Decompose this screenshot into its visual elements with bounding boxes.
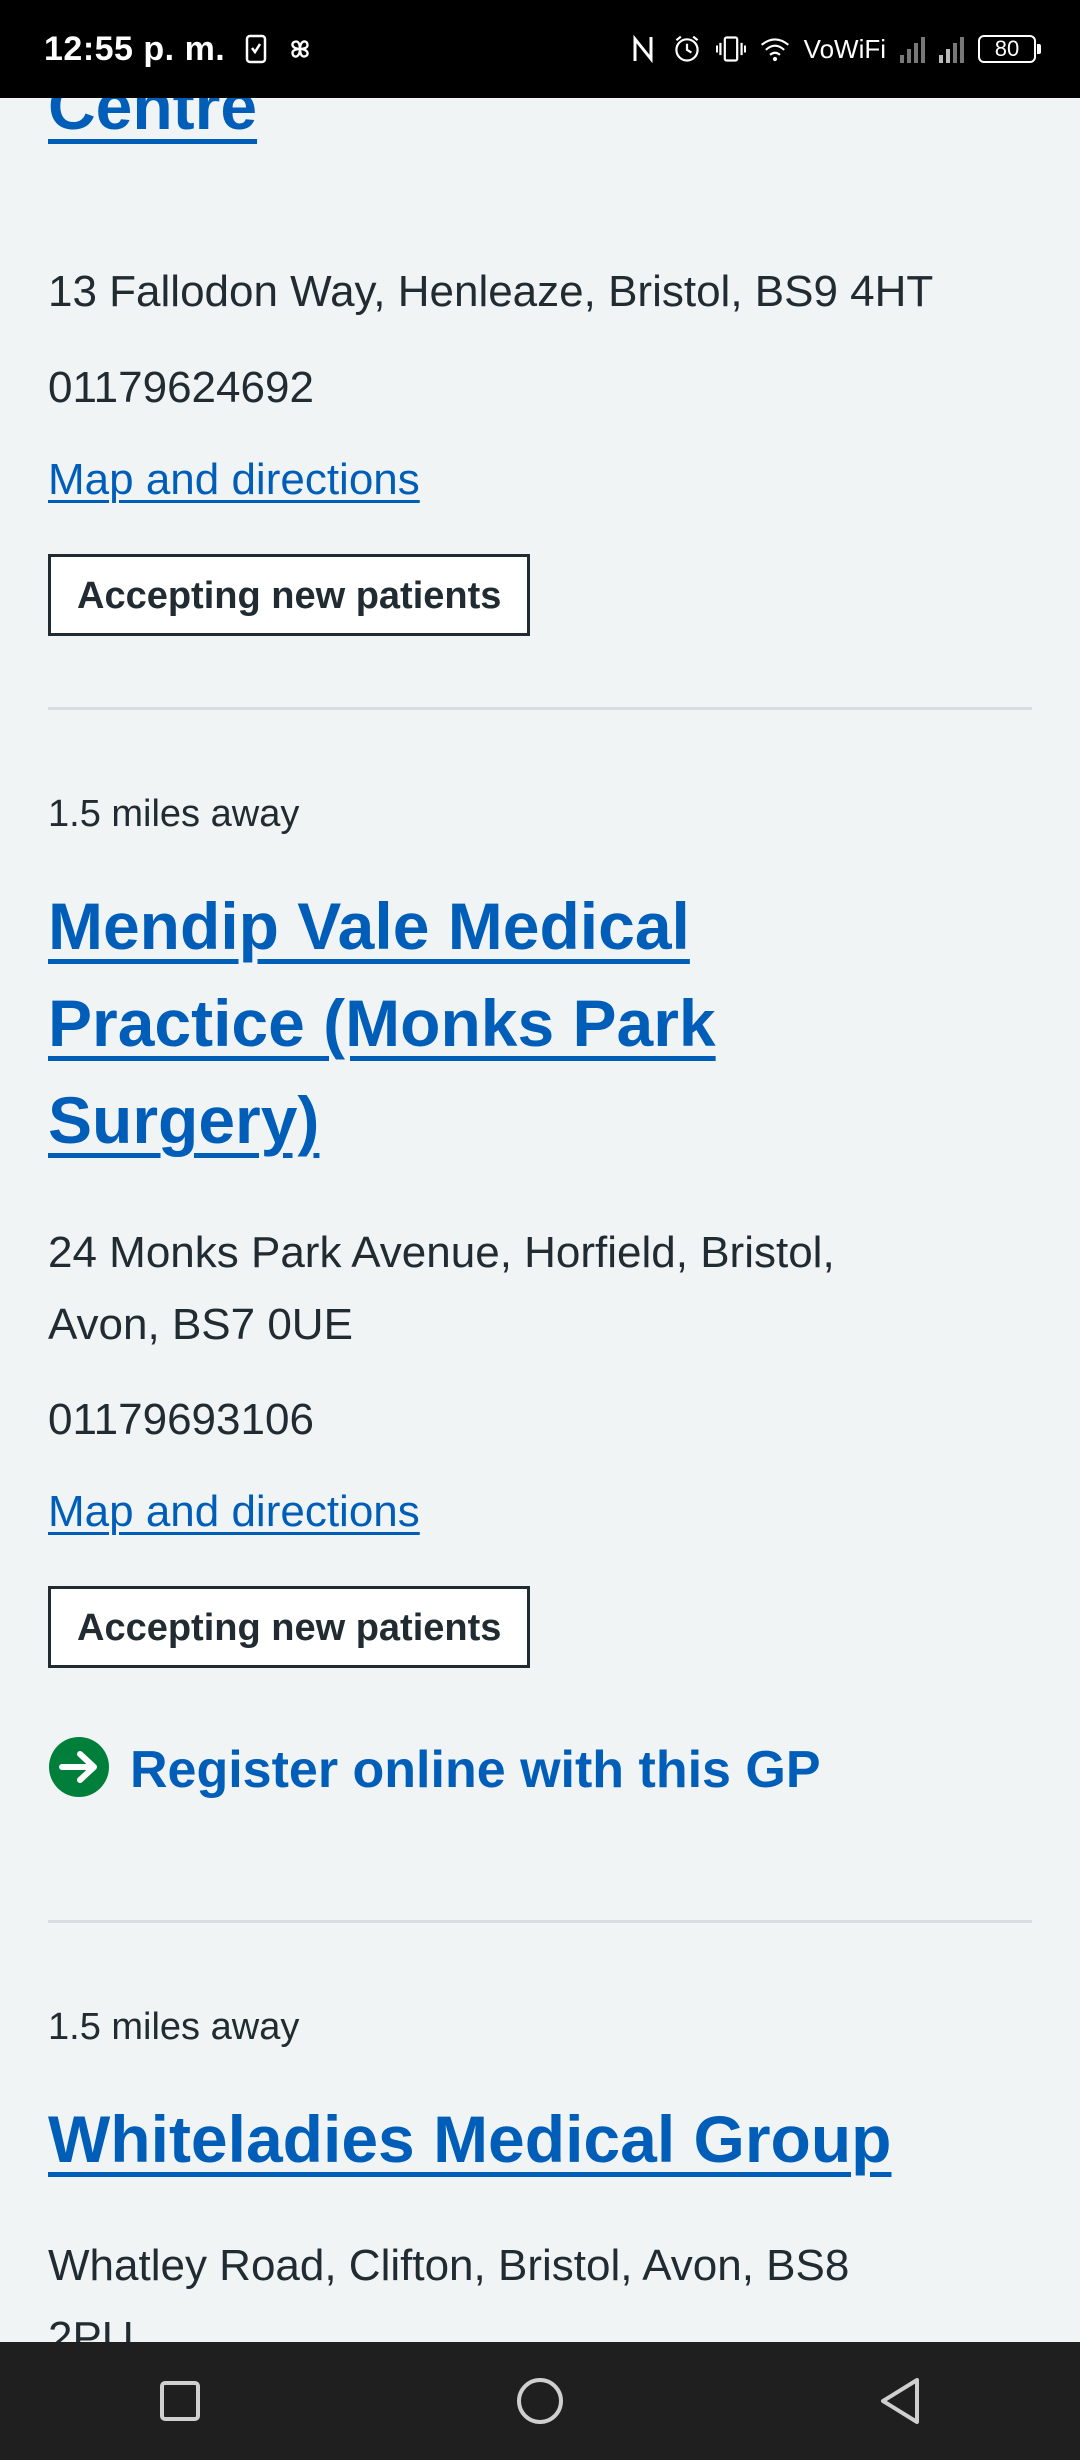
result-address: 24 Monks Park Avenue, Horfield, Bristol,… bbox=[48, 1217, 835, 1361]
battery-level: 80 bbox=[994, 36, 1020, 61]
result-address: 13 Fallodon Way, Henleaze, Bristol, BS9 … bbox=[48, 267, 934, 316]
result-title-link[interactable]: Centre bbox=[48, 98, 257, 155]
sim-icon bbox=[241, 31, 271, 67]
arrow-right-circle-icon bbox=[48, 1736, 110, 1803]
home-button[interactable] bbox=[495, 2356, 585, 2446]
system-nav-bar bbox=[0, 2342, 1080, 2460]
result-title-link-line[interactable]: Surgery) bbox=[48, 1072, 716, 1169]
accepting-patients-tag: Accepting new patients bbox=[48, 1586, 531, 1668]
signal-icon bbox=[939, 35, 964, 63]
address-line: Whatley Road, Clifton, Bristol, Avon, BS… bbox=[48, 2241, 850, 2290]
status-bar: 12:55 p. m. VoWiFi 80 bbox=[0, 0, 1080, 98]
wifi-icon bbox=[760, 31, 790, 67]
nfc-icon bbox=[628, 31, 658, 67]
map-directions-link[interactable]: Map and directions bbox=[48, 453, 420, 507]
search-results[interactable]: Centre 13 Fallodon Way, Henleaze, Bristo… bbox=[0, 98, 1080, 2342]
result-distance: 1.5 miles away bbox=[48, 793, 300, 835]
result-title-link[interactable]: Whiteladies Medical Group bbox=[48, 2091, 891, 2188]
result-address: Whatley Road, Clifton, Bristol, Avon, BS… bbox=[48, 2230, 849, 2342]
result-distance: 1.5 miles away bbox=[48, 2006, 300, 2048]
result-divider bbox=[48, 1920, 1032, 1923]
accepting-patients-tag: Accepting new patients bbox=[48, 554, 531, 636]
register-online-link[interactable]: Register online with this GP bbox=[48, 1736, 821, 1803]
result-title: Mendip Vale Medical Practice (Monks Park… bbox=[48, 878, 716, 1169]
signal-icon bbox=[900, 35, 925, 63]
result-title-link-line[interactable]: Practice (Monks Park bbox=[48, 975, 716, 1072]
battery-icon: 80 bbox=[978, 35, 1041, 63]
result-phone[interactable]: 01179693106 bbox=[48, 1384, 314, 1456]
alarm-icon bbox=[672, 31, 702, 67]
map-directions-link[interactable]: Map and directions bbox=[48, 1485, 420, 1539]
recent-apps-button[interactable] bbox=[135, 2356, 225, 2446]
address-line: 24 Monks Park Avenue, Horfield, Bristol, bbox=[48, 1228, 835, 1277]
register-online-label[interactable]: Register online with this GP bbox=[130, 1740, 821, 1800]
result-phone[interactable]: 01179624692 bbox=[48, 352, 314, 424]
vibrate-icon bbox=[715, 31, 746, 67]
pinwheel-icon bbox=[285, 31, 315, 67]
network-label: VoWiFi bbox=[803, 33, 886, 64]
status-time: 12:55 p. m. bbox=[44, 29, 226, 68]
result-divider bbox=[48, 707, 1032, 710]
address-line: Avon, BS7 0UE bbox=[48, 1300, 353, 1349]
result-title-link-line[interactable]: Mendip Vale Medical bbox=[48, 878, 716, 975]
address-line: 2PU bbox=[48, 2313, 134, 2342]
back-button[interactable] bbox=[855, 2356, 945, 2446]
